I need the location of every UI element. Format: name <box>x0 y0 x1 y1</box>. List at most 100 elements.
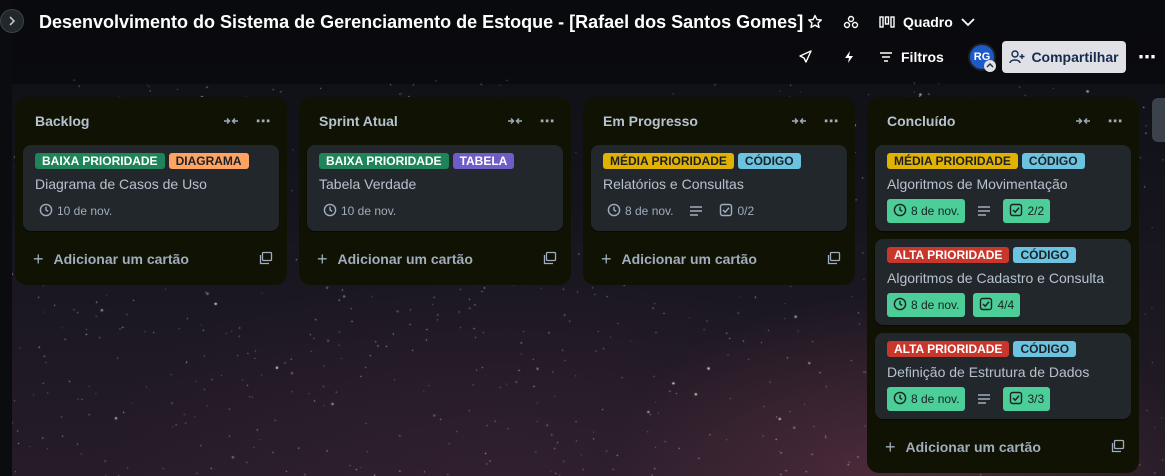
checklist-count: 4/4 <box>997 298 1015 312</box>
list-title[interactable]: Concluído <box>887 113 955 129</box>
plus-icon: + <box>601 248 612 269</box>
card-label[interactable]: CÓDIGO <box>1021 153 1085 169</box>
add-card-label: Adicionar um cartão <box>337 251 473 267</box>
list-more-icon[interactable]: ⋯ <box>821 111 841 131</box>
star-icon[interactable] <box>804 11 826 33</box>
add-card-button[interactable]: + Adicionar um cartão <box>15 239 287 279</box>
chevron-down-icon <box>961 18 975 27</box>
card-labels: BAIXA PRIORIDADE TABELA <box>319 153 551 169</box>
add-card-button[interactable]: + Adicionar um cartão <box>583 239 855 279</box>
list-more-icon[interactable]: ⋯ <box>537 111 557 131</box>
card-title: Algoritmos de Cadastro e Consulta <box>887 270 1105 286</box>
checklist-count: 0/2 <box>737 204 755 218</box>
list-title[interactable]: Em Progresso <box>603 113 698 129</box>
card[interactable]: ALTA PRIORIDADE CÓDIGO Definição de Estrut… <box>875 333 1131 419</box>
more-icon[interactable]: ⋯ <box>1136 46 1158 68</box>
card[interactable]: MÉDIA PRIORIDADE CÓDIGO Relatórios e Consu… <box>591 145 847 231</box>
checklist-badge: 4/4 <box>973 293 1021 317</box>
card-template-icon[interactable] <box>827 251 843 267</box>
card-label[interactable]: CÓDIGO <box>1013 341 1077 357</box>
card-labels: MÉDIA PRIORIDADE CÓDIGO <box>887 153 1119 169</box>
board-scroll-handle[interactable] <box>1152 98 1165 142</box>
due-date-badge[interactable]: 8 de nov. <box>887 199 966 223</box>
card-label[interactable]: ALTA PRIORIDADE <box>887 341 1010 357</box>
due-date-text: 10 de nov. <box>57 204 113 218</box>
card-label[interactable]: TABELA <box>452 153 515 169</box>
plus-icon: + <box>317 248 328 269</box>
card-title: Definição de Estrutura de Dados <box>887 364 1090 380</box>
card-label[interactable]: BAIXA PRIORIDADE <box>35 153 165 169</box>
card-title: Relatórios e Consultas <box>603 176 744 192</box>
rocket-icon[interactable] <box>794 46 816 68</box>
add-card-label: Adicionar um cartão <box>905 439 1041 455</box>
collapse-list-icon[interactable] <box>1073 111 1093 131</box>
card-badges: 8 de nov. 0/2 <box>603 199 835 223</box>
due-date-badge[interactable]: 8 de nov. <box>887 293 966 317</box>
card-template-icon[interactable] <box>543 251 559 267</box>
card[interactable]: BAIXA PRIORIDADE DIAGRAMA Diagrama de Caso… <box>23 145 279 231</box>
description-icon <box>685 199 707 223</box>
plus-icon: + <box>885 436 896 457</box>
list-header: Concluído ⋯ <box>867 97 1139 145</box>
collapse-list-icon[interactable] <box>505 111 525 131</box>
card-title: Tabela Verdade <box>319 176 417 192</box>
due-date-badge[interactable]: 8 de nov. <box>603 199 677 223</box>
due-date-text: 8 de nov. <box>911 204 960 218</box>
card-list: MÉDIA PRIORIDADE CÓDIGO Relatórios e Consu… <box>583 145 855 231</box>
expand-sidebar-button[interactable] <box>0 9 24 33</box>
lightning-icon[interactable] <box>838 46 860 68</box>
add-member-icon <box>1009 50 1025 64</box>
add-card-button[interactable]: + Adicionar um cartão <box>867 427 1139 467</box>
due-date-badge[interactable]: 8 de nov. <box>887 387 966 411</box>
list-title[interactable]: Backlog <box>35 113 89 129</box>
card-label[interactable]: MÉDIA PRIORIDADE <box>603 153 734 169</box>
card-label[interactable]: CÓDIGO <box>1013 247 1077 263</box>
workspace-visibility-icon[interactable] <box>840 11 862 33</box>
card[interactable]: BAIXA PRIORIDADE TABELA Tabela Verdade 10 d… <box>307 145 563 231</box>
due-date-text: 10 de nov. <box>341 204 397 218</box>
due-date-text: 8 de nov. <box>911 392 960 406</box>
list-title[interactable]: Sprint Atual <box>319 113 398 129</box>
list-more-icon[interactable]: ⋯ <box>253 111 273 131</box>
card-label[interactable]: MÉDIA PRIORIDADE <box>887 153 1018 169</box>
card-label[interactable]: DIAGRAMA <box>168 153 249 169</box>
clock-icon <box>893 297 907 314</box>
due-date-badge[interactable]: 10 de nov. <box>35 199 116 223</box>
board-title[interactable]: Desenvolvimento do Sistema de Gerenciame… <box>39 12 803 33</box>
list-header: Em Progresso ⋯ <box>583 97 855 145</box>
list-header: Sprint Atual ⋯ <box>299 97 571 145</box>
filters-label: Filtros <box>901 49 944 65</box>
card-badges: 8 de nov. 3/3 <box>887 387 1119 411</box>
card-template-icon[interactable] <box>259 251 275 267</box>
due-date-badge[interactable]: 10 de nov. <box>319 199 400 223</box>
card-labels: BAIXA PRIORIDADE DIAGRAMA <box>35 153 267 169</box>
board-view-switcher[interactable]: Quadro <box>879 11 975 33</box>
checklist-badge: 0/2 <box>715 199 758 223</box>
add-card-button[interactable]: + Adicionar um cartão <box>299 239 571 279</box>
card-label[interactable]: BAIXA PRIORIDADE <box>319 153 449 169</box>
card-label[interactable]: ALTA PRIORIDADE <box>887 247 1010 263</box>
card-labels: ALTA PRIORIDADE CÓDIGO <box>887 247 1119 263</box>
clock-icon <box>893 203 907 220</box>
chevron-right-icon <box>9 16 16 26</box>
card-list: BAIXA PRIORIDADE TABELA Tabela Verdade 10 d… <box>299 145 571 231</box>
card-list: MÉDIA PRIORIDADE CÓDIGO Algoritmos de Movi… <box>867 145 1139 419</box>
checklist-count: 3/3 <box>1027 392 1045 406</box>
card-labels: MÉDIA PRIORIDADE CÓDIGO <box>603 153 835 169</box>
clock-icon <box>323 203 337 220</box>
filters-button[interactable]: Filtros <box>879 46 944 68</box>
list-more-icon[interactable]: ⋯ <box>1105 111 1125 131</box>
list-em-progresso: Em Progresso ⋯ MÉDIA PRIORIDADE CÓDIGO Relat… <box>583 97 855 285</box>
card[interactable]: MÉDIA PRIORIDADE CÓDIGO Algoritmos de Movi… <box>875 145 1131 231</box>
checklist-icon <box>719 203 733 220</box>
card-badges: 10 de nov. <box>35 199 267 223</box>
collapse-list-icon[interactable] <box>789 111 809 131</box>
collapse-list-icon[interactable] <box>221 111 241 131</box>
card[interactable]: ALTA PRIORIDADE CÓDIGO Algoritmos de Cadas… <box>875 239 1131 325</box>
card-template-icon[interactable] <box>1111 439 1127 455</box>
share-button[interactable]: Compartilhar <box>1002 41 1126 73</box>
card-label[interactable]: CÓDIGO <box>737 153 801 169</box>
list-backlog: Backlog ⋯ BAIXA PRIORIDADE DIAGRAMA Diagrama… <box>15 97 287 285</box>
checklist-icon <box>1009 391 1023 408</box>
add-card-label: Adicionar um cartão <box>53 251 189 267</box>
